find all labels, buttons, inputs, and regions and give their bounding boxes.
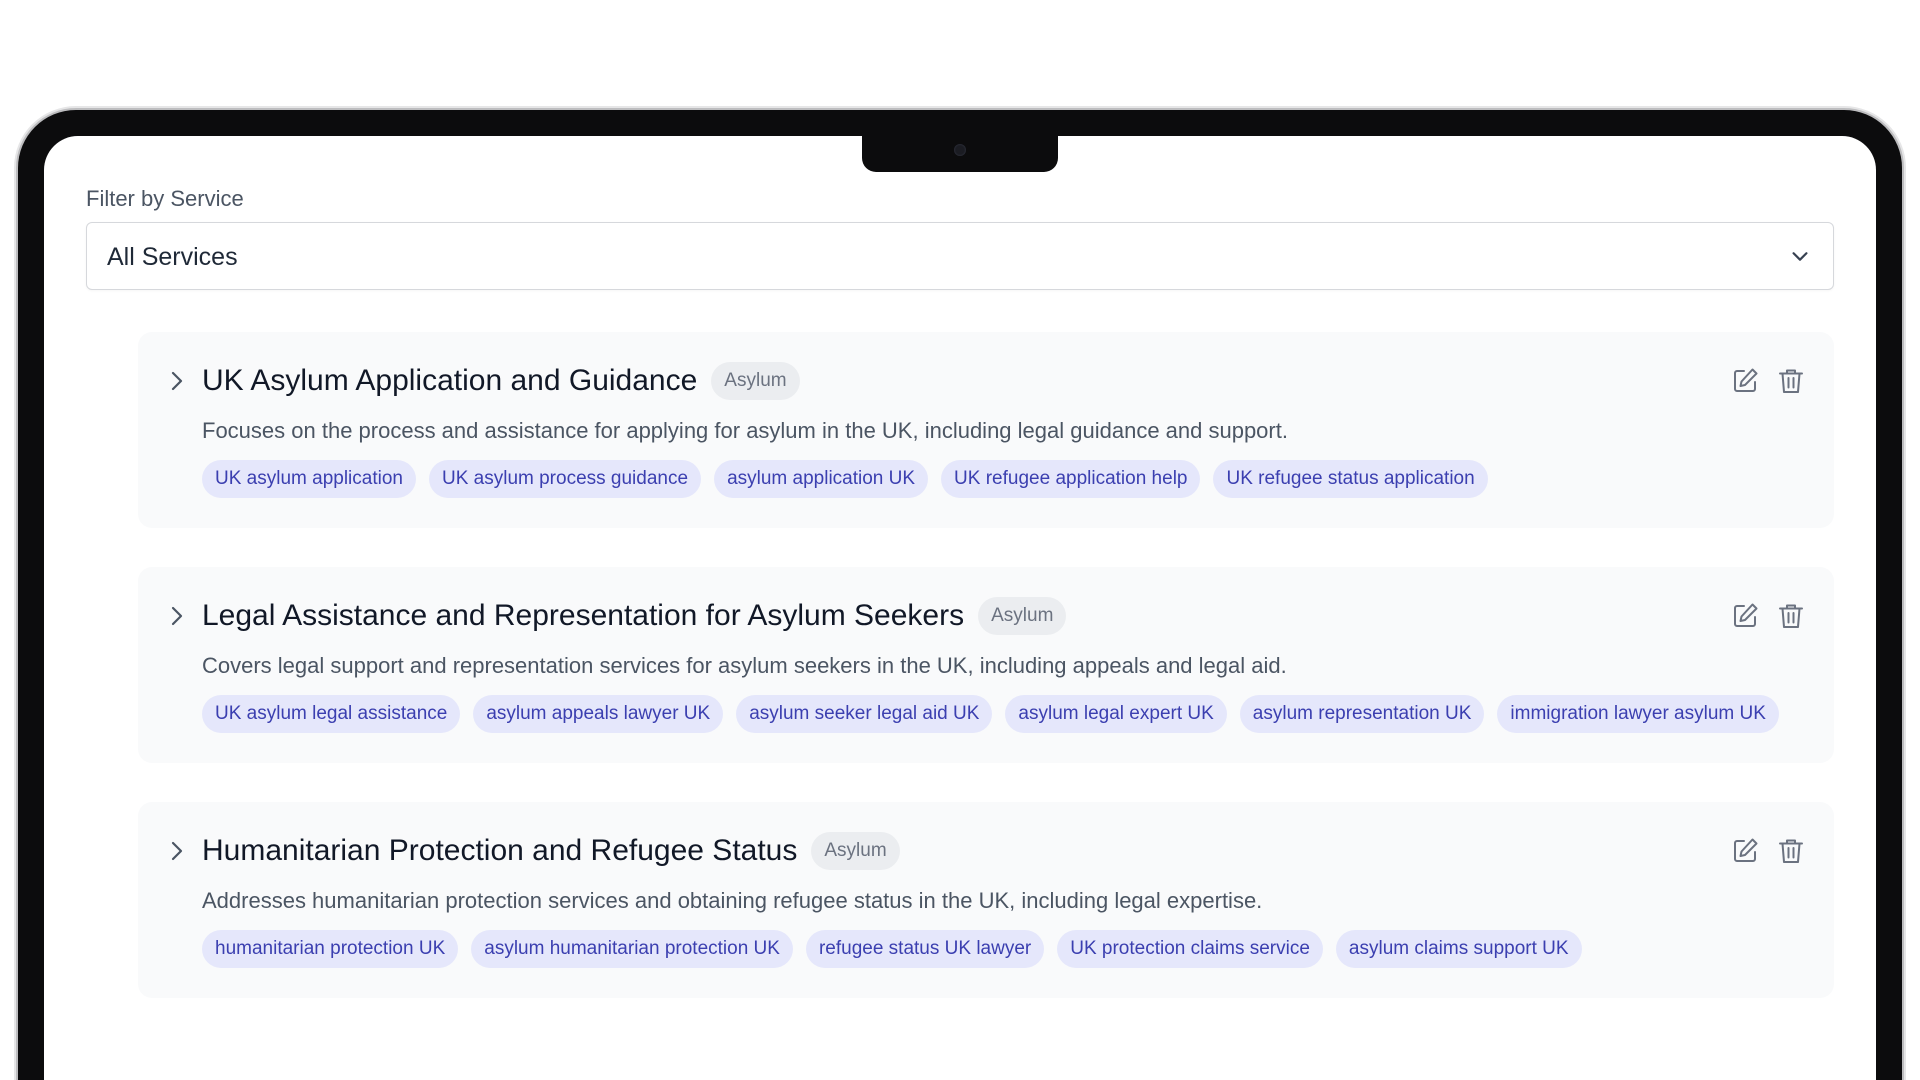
keyword-tag[interactable]: asylum appeals lawyer UK [473,695,724,733]
keyword-tag[interactable]: UK asylum legal assistance [202,695,461,733]
cluster-card: Legal Assistance and Representation for … [138,567,1834,763]
keyword-tags: UK asylum application UK asylum process … [202,460,1488,498]
edit-icon[interactable] [1730,836,1760,866]
service-badge: Asylum [711,362,800,400]
keyword-tag[interactable]: refugee status UK lawyer [805,930,1045,968]
service-badge: Asylum [811,832,900,870]
card-actions [1730,366,1806,396]
chevron-down-icon [1792,252,1808,261]
keyword-tags: UK asylum legal assistance asylum appeal… [202,695,1779,733]
keyword-tag[interactable]: asylum humanitarian protection UK [471,930,793,968]
chevron-right-icon[interactable] [166,603,188,629]
cluster-title: UK Asylum Application and Guidance [202,364,698,397]
keyword-tag[interactable]: UK refugee application help [941,460,1201,498]
keyword-tag[interactable]: UK asylum application [202,460,416,498]
laptop-frame-stage: Filter by Service All Services UK Asylum… [0,0,1920,1080]
keyword-tag[interactable]: asylum representation UK [1239,695,1485,733]
keyword-tag[interactable]: asylum application UK [714,460,929,498]
keyword-tag[interactable]: asylum seeker legal aid UK [736,695,993,733]
card-actions [1730,601,1806,631]
chevron-right-icon[interactable] [166,838,188,864]
camera-dot [954,144,966,156]
cluster-title-row: Humanitarian Protection and Refugee Stat… [202,832,900,870]
cluster-card: Humanitarian Protection and Refugee Stat… [138,802,1834,998]
keyword-tags: humanitarian protection UK asylum humani… [202,930,1582,968]
service-filter-value: All Services [107,243,238,271]
trash-icon[interactable] [1776,601,1806,631]
keyword-tag[interactable]: humanitarian protection UK [202,930,459,968]
service-filter-select[interactable]: All Services [86,222,1834,290]
cluster-title-row: Legal Assistance and Representation for … [202,597,1067,635]
cluster-title: Legal Assistance and Representation for … [202,599,965,632]
keyword-tag[interactable]: UK asylum process guidance [428,460,702,498]
cluster-description: Focuses on the process and assistance fo… [202,418,1288,443]
trash-icon[interactable] [1776,836,1806,866]
cluster-description: Addresses humanitarian protection servic… [202,888,1263,913]
cluster-description: Covers legal support and representation … [202,653,1287,678]
keyword-tag[interactable]: UK protection claims service [1057,930,1323,968]
app-screen: Filter by Service All Services UK Asylum… [44,136,1876,1080]
cluster-title-row: UK Asylum Application and Guidance Asylu… [202,362,800,400]
chevron-right-icon[interactable] [166,368,188,394]
cluster-card: UK Asylum Application and Guidance Asylu… [138,332,1834,528]
cluster-title: Humanitarian Protection and Refugee Stat… [202,834,798,867]
service-badge: Asylum [978,597,1067,635]
edit-icon[interactable] [1730,366,1760,396]
trash-icon[interactable] [1776,366,1806,396]
keyword-tag[interactable]: asylum claims support UK [1335,930,1582,968]
filter-label: Filter by Service [86,186,244,211]
keyword-tag[interactable]: immigration lawyer asylum UK [1497,695,1779,733]
edit-icon[interactable] [1730,601,1760,631]
keyword-tag[interactable]: asylum legal expert UK [1005,695,1227,733]
card-actions [1730,836,1806,866]
keyword-tag[interactable]: UK refugee status application [1213,460,1488,498]
